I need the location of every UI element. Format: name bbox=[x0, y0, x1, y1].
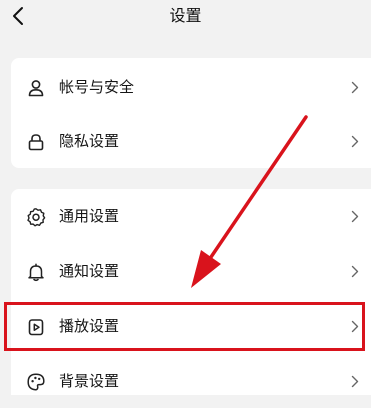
chevron-right-icon bbox=[351, 81, 359, 94]
highlight-box bbox=[4, 302, 365, 351]
bell-icon bbox=[28, 263, 44, 282]
chevron-right-icon bbox=[351, 265, 359, 278]
settings-item-label: 帐号与安全 bbox=[59, 78, 135, 96]
settings-item-notification[interactable]: 通知设置 bbox=[11, 244, 371, 298]
settings-item-label: 通用设置 bbox=[59, 207, 120, 225]
settings-item-privacy[interactable]: 隐私设置 bbox=[11, 114, 371, 168]
settings-item-label: 隐私设置 bbox=[59, 132, 120, 150]
settings-item-background[interactable]: 背景设置 bbox=[11, 354, 371, 408]
settings-item-label: 背景设置 bbox=[59, 372, 120, 390]
user-icon bbox=[28, 80, 44, 97]
page-title: 设置 bbox=[169, 6, 202, 25]
settings-item-label: 通知设置 bbox=[59, 262, 120, 280]
gear-icon bbox=[27, 208, 46, 227]
top-bar: 设置 bbox=[0, 0, 371, 36]
chevron-right-icon bbox=[351, 210, 359, 223]
chevron-right-icon bbox=[351, 375, 359, 388]
settings-group-general: 通用设置 通知设置 播放设置 背景设置 bbox=[11, 189, 371, 395]
settings-item-general[interactable]: 通用设置 bbox=[11, 189, 371, 243]
chevron-right-icon bbox=[351, 135, 359, 148]
settings-item-account-security[interactable]: 帐号与安全 bbox=[11, 60, 371, 114]
settings-group-account: 帐号与安全 隐私设置 bbox=[11, 58, 371, 168]
palette-icon bbox=[27, 373, 45, 391]
lock-icon bbox=[28, 134, 44, 151]
